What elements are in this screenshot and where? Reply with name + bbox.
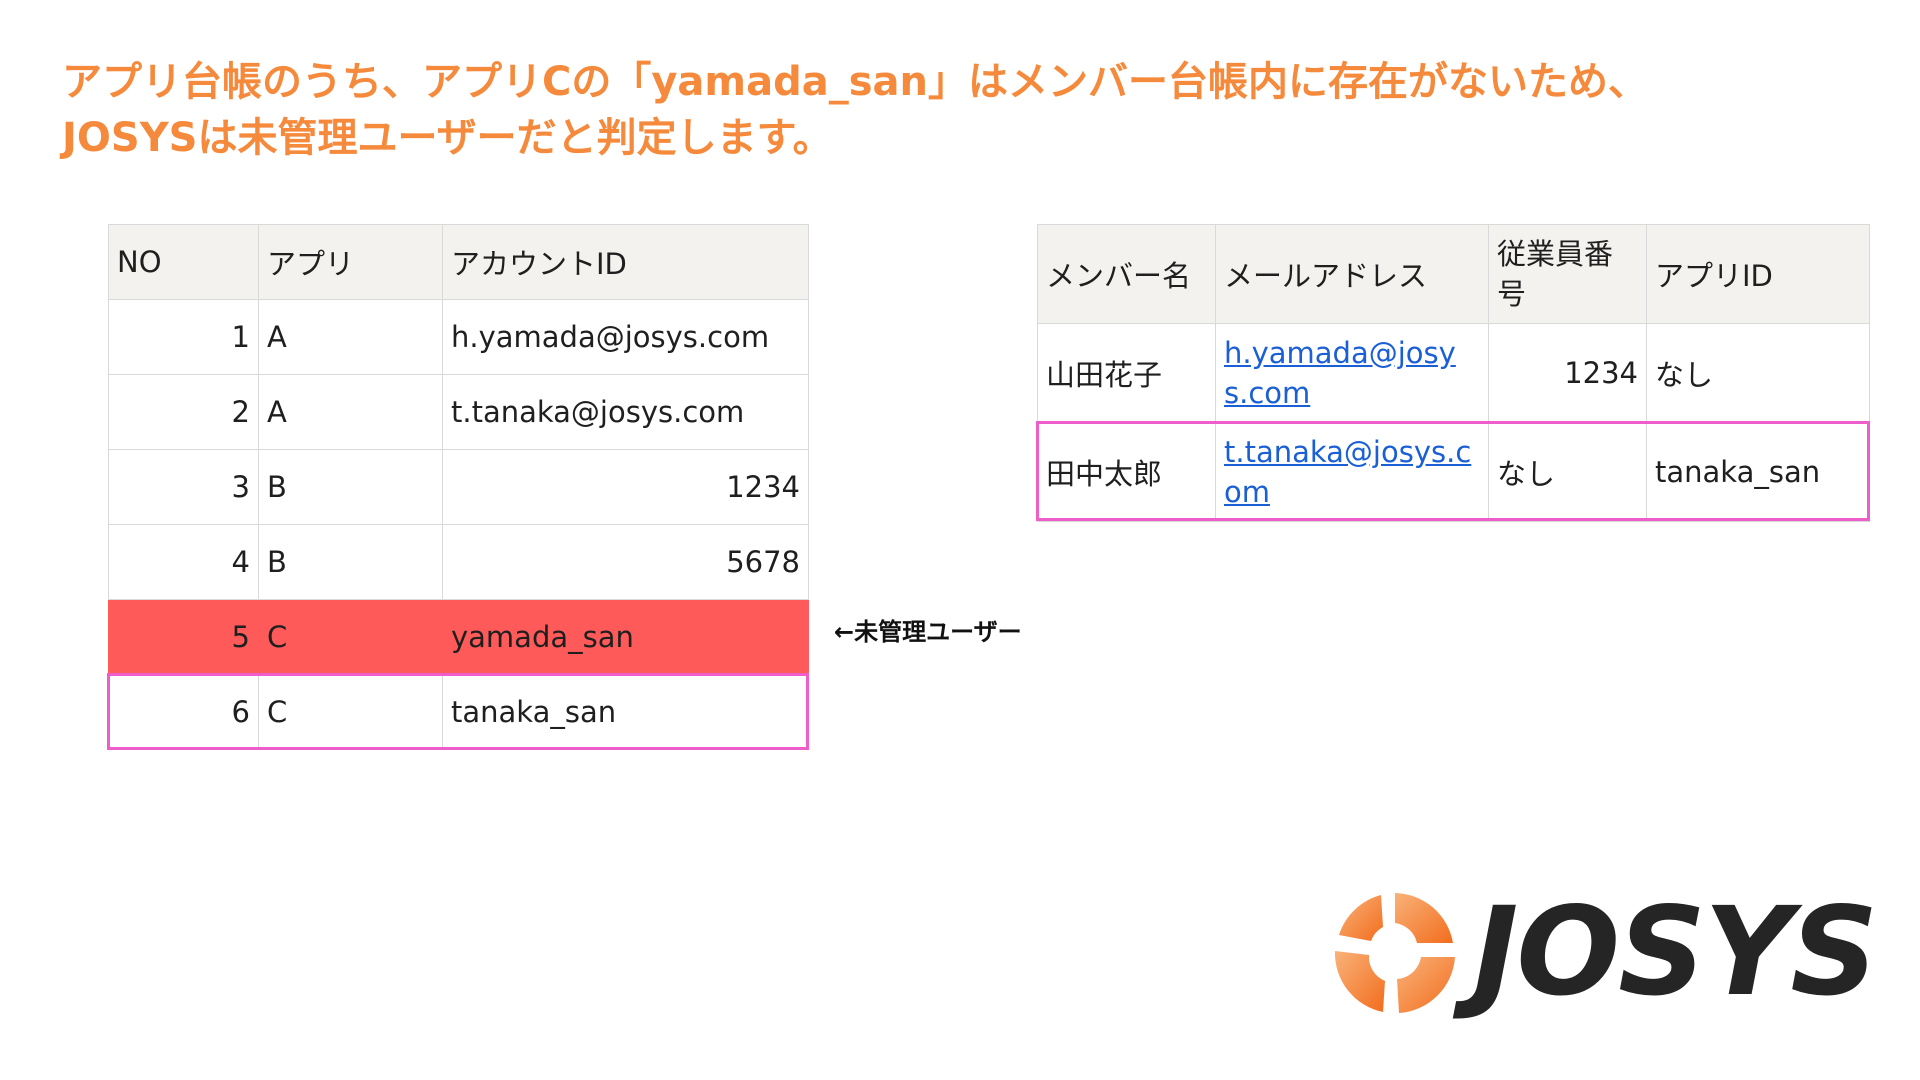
table-row: 3 B 1234 [108, 449, 809, 525]
cell-app: A [258, 374, 443, 450]
cell-no: 3 [108, 449, 259, 525]
headline-line-2: JOSYSは未管理ユーザーだと判定します。 [62, 115, 833, 161]
cell-account-id: t.tanaka@josys.com [442, 374, 809, 450]
cell-no: 1 [108, 299, 259, 375]
cell-account-id: yamada_san [442, 599, 809, 675]
table-row: 山田花子 h.yamada@josys.com 1234 なし [1037, 323, 1870, 423]
cell-no: 4 [108, 524, 259, 600]
slide: アプリ台帳のうち、アプリCの「yamada_san」はメンバー台帳内に存在がない… [0, 0, 1920, 1080]
table-row: 田中太郎 t.tanaka@josys.com なし tanaka_san [1037, 422, 1870, 522]
cell-app: B [258, 449, 443, 525]
table-row: 1 A h.yamada@josys.com [108, 299, 809, 375]
cell-account-id: h.yamada@josys.com [442, 299, 809, 375]
josys-logo-mark-icon [1334, 893, 1455, 1013]
headline-line-1: アプリ台帳のうち、アプリCの「yamada_san」はメンバー台帳内に存在がない… [62, 59, 1648, 105]
cell-no: 6 [108, 674, 259, 750]
table-header-row: NO アプリ アカウントID [108, 224, 809, 300]
cell-app: B [258, 524, 443, 600]
cell-app-id: なし [1646, 323, 1870, 423]
headline: アプリ台帳のうち、アプリCの「yamada_san」はメンバー台帳内に存在がない… [62, 54, 1822, 166]
cell-account-id: 1234 [442, 449, 809, 525]
header-app: アプリ [258, 224, 443, 300]
cell-app: C [258, 599, 443, 675]
cell-employee-no: なし [1488, 422, 1647, 522]
unmanaged-user-annotation: ←未管理ユーザー [834, 618, 1022, 646]
app-ledger-table: NO アプリ アカウントID 1 A h.yamada@josys.com 2 … [108, 224, 809, 750]
header-account-id: アカウントID [442, 224, 809, 300]
cell-member-name: 田中太郎 [1037, 422, 1216, 522]
cell-app-id: tanaka_san [1646, 422, 1870, 522]
cell-no: 2 [108, 374, 259, 450]
cell-email: h.yamada@josys.com [1215, 323, 1489, 423]
cell-employee-no: 1234 [1488, 323, 1647, 423]
table-row: 6 C tanaka_san [108, 674, 809, 750]
cell-no: 5 [108, 599, 259, 675]
table-header-row: メンバー名 メールアドレス 従業員番号 アプリID [1037, 224, 1870, 324]
header-no: NO [108, 224, 259, 300]
table-row-unmanaged: 5 C yamada_san [108, 599, 809, 675]
header-employee-no: 従業員番号 [1488, 224, 1647, 324]
header-app-id: アプリID [1646, 224, 1870, 324]
cell-account-id: 5678 [442, 524, 809, 600]
josys-logo: JOSYS [1325, 885, 1878, 1020]
header-member-name: メンバー名 [1037, 224, 1216, 324]
cell-email: t.tanaka@josys.com [1215, 422, 1489, 522]
table-row: 4 B 5678 [108, 524, 809, 600]
table-row: 2 A t.tanaka@josys.com [108, 374, 809, 450]
email-link[interactable]: h.yamada@josys.com [1224, 336, 1456, 410]
header-email: メールアドレス [1215, 224, 1489, 324]
josys-logo-text: JOSYS [1473, 881, 1878, 1023]
cell-app: C [258, 674, 443, 750]
email-link[interactable]: t.tanaka@josys.com [1224, 435, 1471, 509]
cell-account-id: tanaka_san [442, 674, 809, 750]
cell-app: A [258, 299, 443, 375]
member-ledger-table: メンバー名 メールアドレス 従業員番号 アプリID 山田花子 h.yamada@… [1037, 224, 1870, 522]
cell-member-name: 山田花子 [1037, 323, 1216, 423]
